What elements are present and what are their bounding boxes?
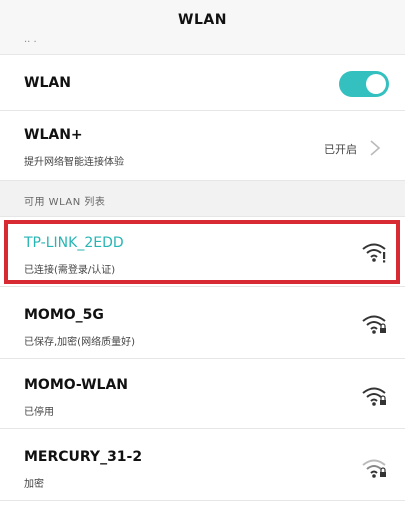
- chevron-right-icon: [370, 140, 381, 156]
- network-item-momo-5g[interactable]: MOMO_5G 已保存,加密(网络质量好): [0, 287, 405, 359]
- network-status: 已保存,加密(网络质量好): [24, 337, 135, 348]
- wifi-lock-icon: [362, 459, 386, 478]
- wlan-plus-row[interactable]: WLAN+ 提升网络智能连接体验 已开启: [0, 111, 405, 181]
- header-subbar: ·· ·: [0, 37, 405, 55]
- network-status: 已停用: [24, 407, 54, 418]
- page-title: WLAN: [178, 12, 227, 28]
- wlan-label: WLAN: [24, 75, 71, 91]
- network-item-momo-wlan[interactable]: MOMO-WLAN 已停用: [0, 359, 405, 429]
- network-ssid: MERCURY_31-2: [24, 449, 143, 465]
- available-networks-header: 可用 WLAN 列表: [0, 181, 405, 217]
- network-status: 加密: [24, 479, 44, 490]
- clipped-header-text: ·· ·: [24, 37, 37, 48]
- wlan-plus-status: 已开启: [324, 143, 357, 156]
- section-label: 可用 WLAN 列表: [24, 197, 106, 208]
- top-bar: WLAN: [0, 0, 405, 40]
- toggle-knob: [366, 74, 386, 94]
- wifi-lock-icon: [362, 315, 386, 334]
- wifi-lock-icon: [362, 387, 386, 406]
- wlan-toggle-row[interactable]: WLAN: [0, 55, 405, 111]
- network-ssid: MOMO-WLAN: [24, 377, 129, 393]
- wlan-toggle-switch[interactable]: [339, 71, 389, 97]
- wlan-plus-label: WLAN+: [24, 127, 83, 143]
- wlan-plus-subtitle: 提升网络智能连接体验: [24, 157, 124, 168]
- network-ssid: MOMO_5G: [24, 307, 104, 323]
- connected-network-highlight: [4, 220, 400, 284]
- network-item-mercury[interactable]: MERCURY_31-2 加密: [0, 429, 405, 501]
